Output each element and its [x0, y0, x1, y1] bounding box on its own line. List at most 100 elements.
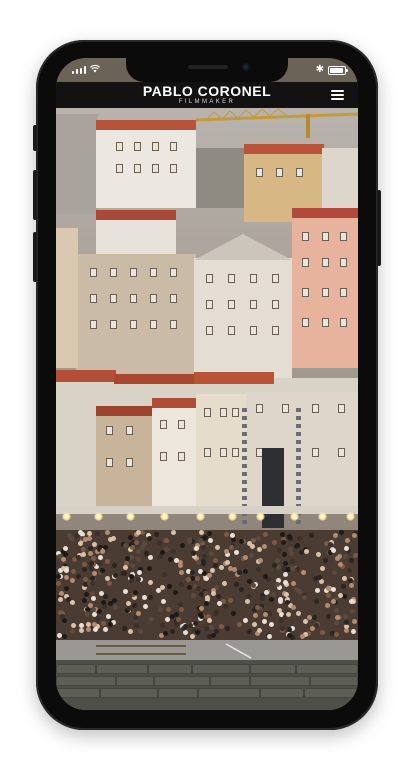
crowd-figure — [210, 568, 215, 573]
crowd-figure — [283, 561, 288, 566]
crowd-figure — [56, 581, 61, 586]
crowd-figure — [122, 571, 127, 576]
crowd-figure — [326, 593, 331, 598]
crowd-figure — [349, 599, 354, 604]
crowd-figure — [97, 609, 102, 614]
crowd-figure — [191, 551, 196, 556]
crowd-figure — [334, 608, 339, 613]
crowd-figure — [105, 530, 110, 535]
crowd-figure — [125, 556, 130, 561]
crowd-figure — [148, 580, 153, 585]
crowd-figure — [64, 568, 69, 573]
crowd-figure — [277, 548, 282, 553]
crowd-figure — [275, 558, 280, 563]
crowd-figure — [88, 551, 93, 556]
crowd-figure — [69, 536, 74, 541]
crowd-figure — [58, 597, 63, 602]
hero-video-background — [56, 108, 358, 710]
crowd-figure — [295, 567, 300, 572]
crowd-figure — [234, 582, 239, 587]
crowd-figure — [101, 621, 106, 626]
crowd-figure — [287, 534, 292, 539]
crowd-figure — [295, 543, 300, 548]
crowd-figure — [157, 541, 162, 546]
stone-wall — [56, 660, 358, 710]
crowd-figure — [198, 538, 203, 543]
crowd-figure — [62, 634, 67, 639]
crowd-figure — [243, 555, 248, 560]
crowd-figure — [353, 553, 358, 558]
crowd-figure — [216, 594, 221, 599]
crowd-figure — [304, 549, 309, 554]
crowd-figure — [144, 551, 149, 556]
crowd-figure — [171, 549, 176, 554]
crowd-figure — [207, 531, 212, 536]
crowd-figure — [123, 543, 128, 548]
crowd-figure — [191, 593, 196, 598]
crowd-figure — [92, 542, 97, 547]
crowd-figure — [290, 566, 295, 571]
crowd-figure — [142, 541, 147, 546]
earpiece-speaker — [188, 65, 228, 69]
crowd-figure — [130, 545, 135, 550]
logo-title: PABLO CORONEL — [142, 83, 272, 99]
crowd-figure — [291, 581, 296, 586]
crowd-figure — [263, 532, 268, 537]
crowd-figure — [253, 613, 258, 618]
crowd-figure — [173, 590, 178, 595]
crowd-figure — [331, 548, 336, 553]
crowd-figure — [213, 611, 218, 616]
crowd-figure — [160, 623, 165, 628]
crowd-figure — [337, 554, 342, 559]
crowd-figure — [237, 570, 242, 575]
site-logo[interactable]: PABLO CORONEL FILMMAKER — [56, 84, 358, 106]
crowd-figure — [284, 592, 289, 597]
phone-notch — [126, 58, 288, 82]
crowd-figure — [283, 572, 288, 577]
battery-level — [330, 68, 343, 73]
crowd-figure — [320, 566, 325, 571]
crowd-figure — [113, 605, 118, 610]
crowd-figure — [351, 629, 356, 634]
crowd-figure — [249, 553, 254, 558]
crowd-figure — [179, 570, 184, 575]
crowd-figure — [160, 585, 165, 590]
crowd-figure — [256, 567, 261, 572]
crowd-figure — [63, 546, 68, 551]
hamburger-menu-icon[interactable] — [331, 90, 344, 100]
crowd-figure — [171, 530, 176, 535]
crowd-figure — [267, 634, 272, 639]
crowd-figure — [272, 563, 277, 568]
crowd-figure — [262, 619, 267, 624]
crowd-figure — [180, 543, 185, 548]
crowd-figure — [230, 533, 235, 538]
crowd-figure — [70, 629, 75, 634]
crowd-figure — [174, 558, 179, 563]
crowd-figure — [239, 587, 244, 592]
crowd-figure — [97, 561, 102, 566]
crowd-figure — [343, 554, 348, 559]
crowd-figure — [133, 615, 138, 620]
crowd-figure — [326, 614, 331, 619]
crowd-figure — [217, 601, 222, 606]
crowd-figure — [133, 590, 138, 595]
crowd-figure — [331, 599, 336, 604]
crowd-figure — [279, 618, 284, 623]
crowd-figure — [123, 589, 128, 594]
crowd-figure — [287, 627, 292, 632]
crowd-figure — [286, 612, 291, 617]
crowd-figure — [187, 585, 192, 590]
crowd-figure — [134, 623, 139, 628]
crowd-figure — [64, 586, 69, 591]
crowd-figure — [255, 605, 260, 610]
crowd-figure — [101, 600, 106, 605]
crowd-figure — [113, 573, 118, 578]
crowd-figure — [246, 594, 251, 599]
crowd-figure — [92, 612, 97, 617]
crowd-figure — [199, 530, 204, 535]
crowd-figure — [170, 629, 175, 634]
crowd-figure — [190, 570, 195, 575]
crowd-figure — [257, 628, 262, 633]
phone-power-button — [377, 190, 381, 266]
crowd-figure — [64, 575, 69, 580]
